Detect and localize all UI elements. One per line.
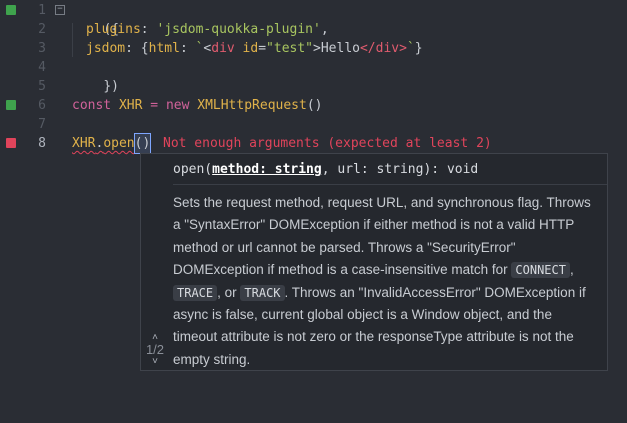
code-token: ): [142, 136, 151, 151]
code-token: open: [103, 136, 135, 151]
signature-documentation: Sets the request method, request URL, an…: [173, 192, 599, 371]
code-token: `: [406, 41, 415, 56]
code-token: new: [165, 98, 190, 113]
code-line-3[interactable]: jsdom: {html: `<div id="test">Hello</div…: [86, 39, 423, 58]
signature-pager: ˄ 1/2 ˅: [141, 333, 169, 367]
inline-code: TRACK: [240, 284, 285, 301]
code-token: "test": [266, 41, 314, 56]
chevron-up-icon[interactable]: ˄: [141, 333, 169, 343]
code-token: (): [306, 98, 323, 113]
code-token: =: [142, 98, 166, 113]
bracket-match-highlight: (): [133, 133, 152, 154]
code-line-2[interactable]: plugins: 'jsdom-quokka-plugin',: [86, 20, 329, 39]
signature-prefix: open(: [173, 162, 213, 177]
line-number: 5: [38, 79, 46, 94]
fold-collapse-icon[interactable]: −: [55, 5, 65, 15]
quokka-ok-marker: [6, 5, 16, 15]
tooltip-divider: [173, 184, 607, 185]
code-token: XMLHttpRequest: [189, 98, 307, 113]
code-token: ,: [320, 22, 329, 37]
inline-code: CONNECT: [511, 262, 570, 279]
quokka-ok-marker: [6, 100, 16, 110]
code-token: :: [179, 41, 196, 56]
code-token: XHR: [72, 136, 96, 151]
signature-active-param: method: string: [212, 162, 322, 177]
code-token: id: [234, 41, 259, 56]
code-token: :: [140, 22, 157, 37]
line-number: 1: [38, 3, 46, 18]
line-number: 6: [38, 98, 46, 113]
code-token: </div>: [359, 41, 407, 56]
line-number: 2: [38, 22, 46, 37]
code-line-8[interactable]: XHR.open(): [72, 133, 152, 154]
code-token: : {: [125, 41, 149, 56]
line-number: 3: [38, 41, 46, 56]
code-token: html: [148, 41, 180, 56]
doc-text: ,: [569, 262, 574, 278]
line-number: 4: [38, 60, 46, 75]
line-number: 7: [38, 117, 46, 132]
code-token: }: [414, 41, 423, 56]
signature-help-tooltip: open(method: string, url: string): void …: [140, 153, 608, 371]
code-token: }): [103, 79, 119, 94]
code-token: =: [258, 41, 267, 56]
chevron-down-icon[interactable]: ˅: [141, 357, 169, 367]
code-token: plugins: [86, 22, 141, 37]
inline-code: TRACE: [173, 284, 218, 301]
code-token: >: [313, 41, 321, 56]
signature-text: open(method: string, url: string): void: [173, 162, 478, 177]
quokka-error-marker: [6, 138, 16, 148]
inline-error-message: Not enough arguments (expected at least …: [163, 136, 492, 151]
doc-text: , or: [217, 284, 241, 300]
code-token: const: [72, 98, 112, 113]
code-token: jsdom: [86, 41, 126, 56]
code-token: XHR: [111, 98, 143, 113]
line-number-active: 8: [38, 136, 46, 151]
code-line-6[interactable]: const XHR = new XMLHttpRequest(): [72, 96, 322, 115]
error-squiggle: XHR.open: [72, 136, 135, 151]
code-token: div: [211, 41, 235, 56]
code-token: Hello: [320, 41, 360, 56]
code-editor[interactable]: 1 2 3 4 5 6 7 8 − ({ plugins: 'jsdom-quo…: [0, 0, 627, 423]
signature-rest: , url: string): void: [321, 162, 479, 177]
code-token: 'jsdom-quokka-plugin': [156, 22, 321, 37]
